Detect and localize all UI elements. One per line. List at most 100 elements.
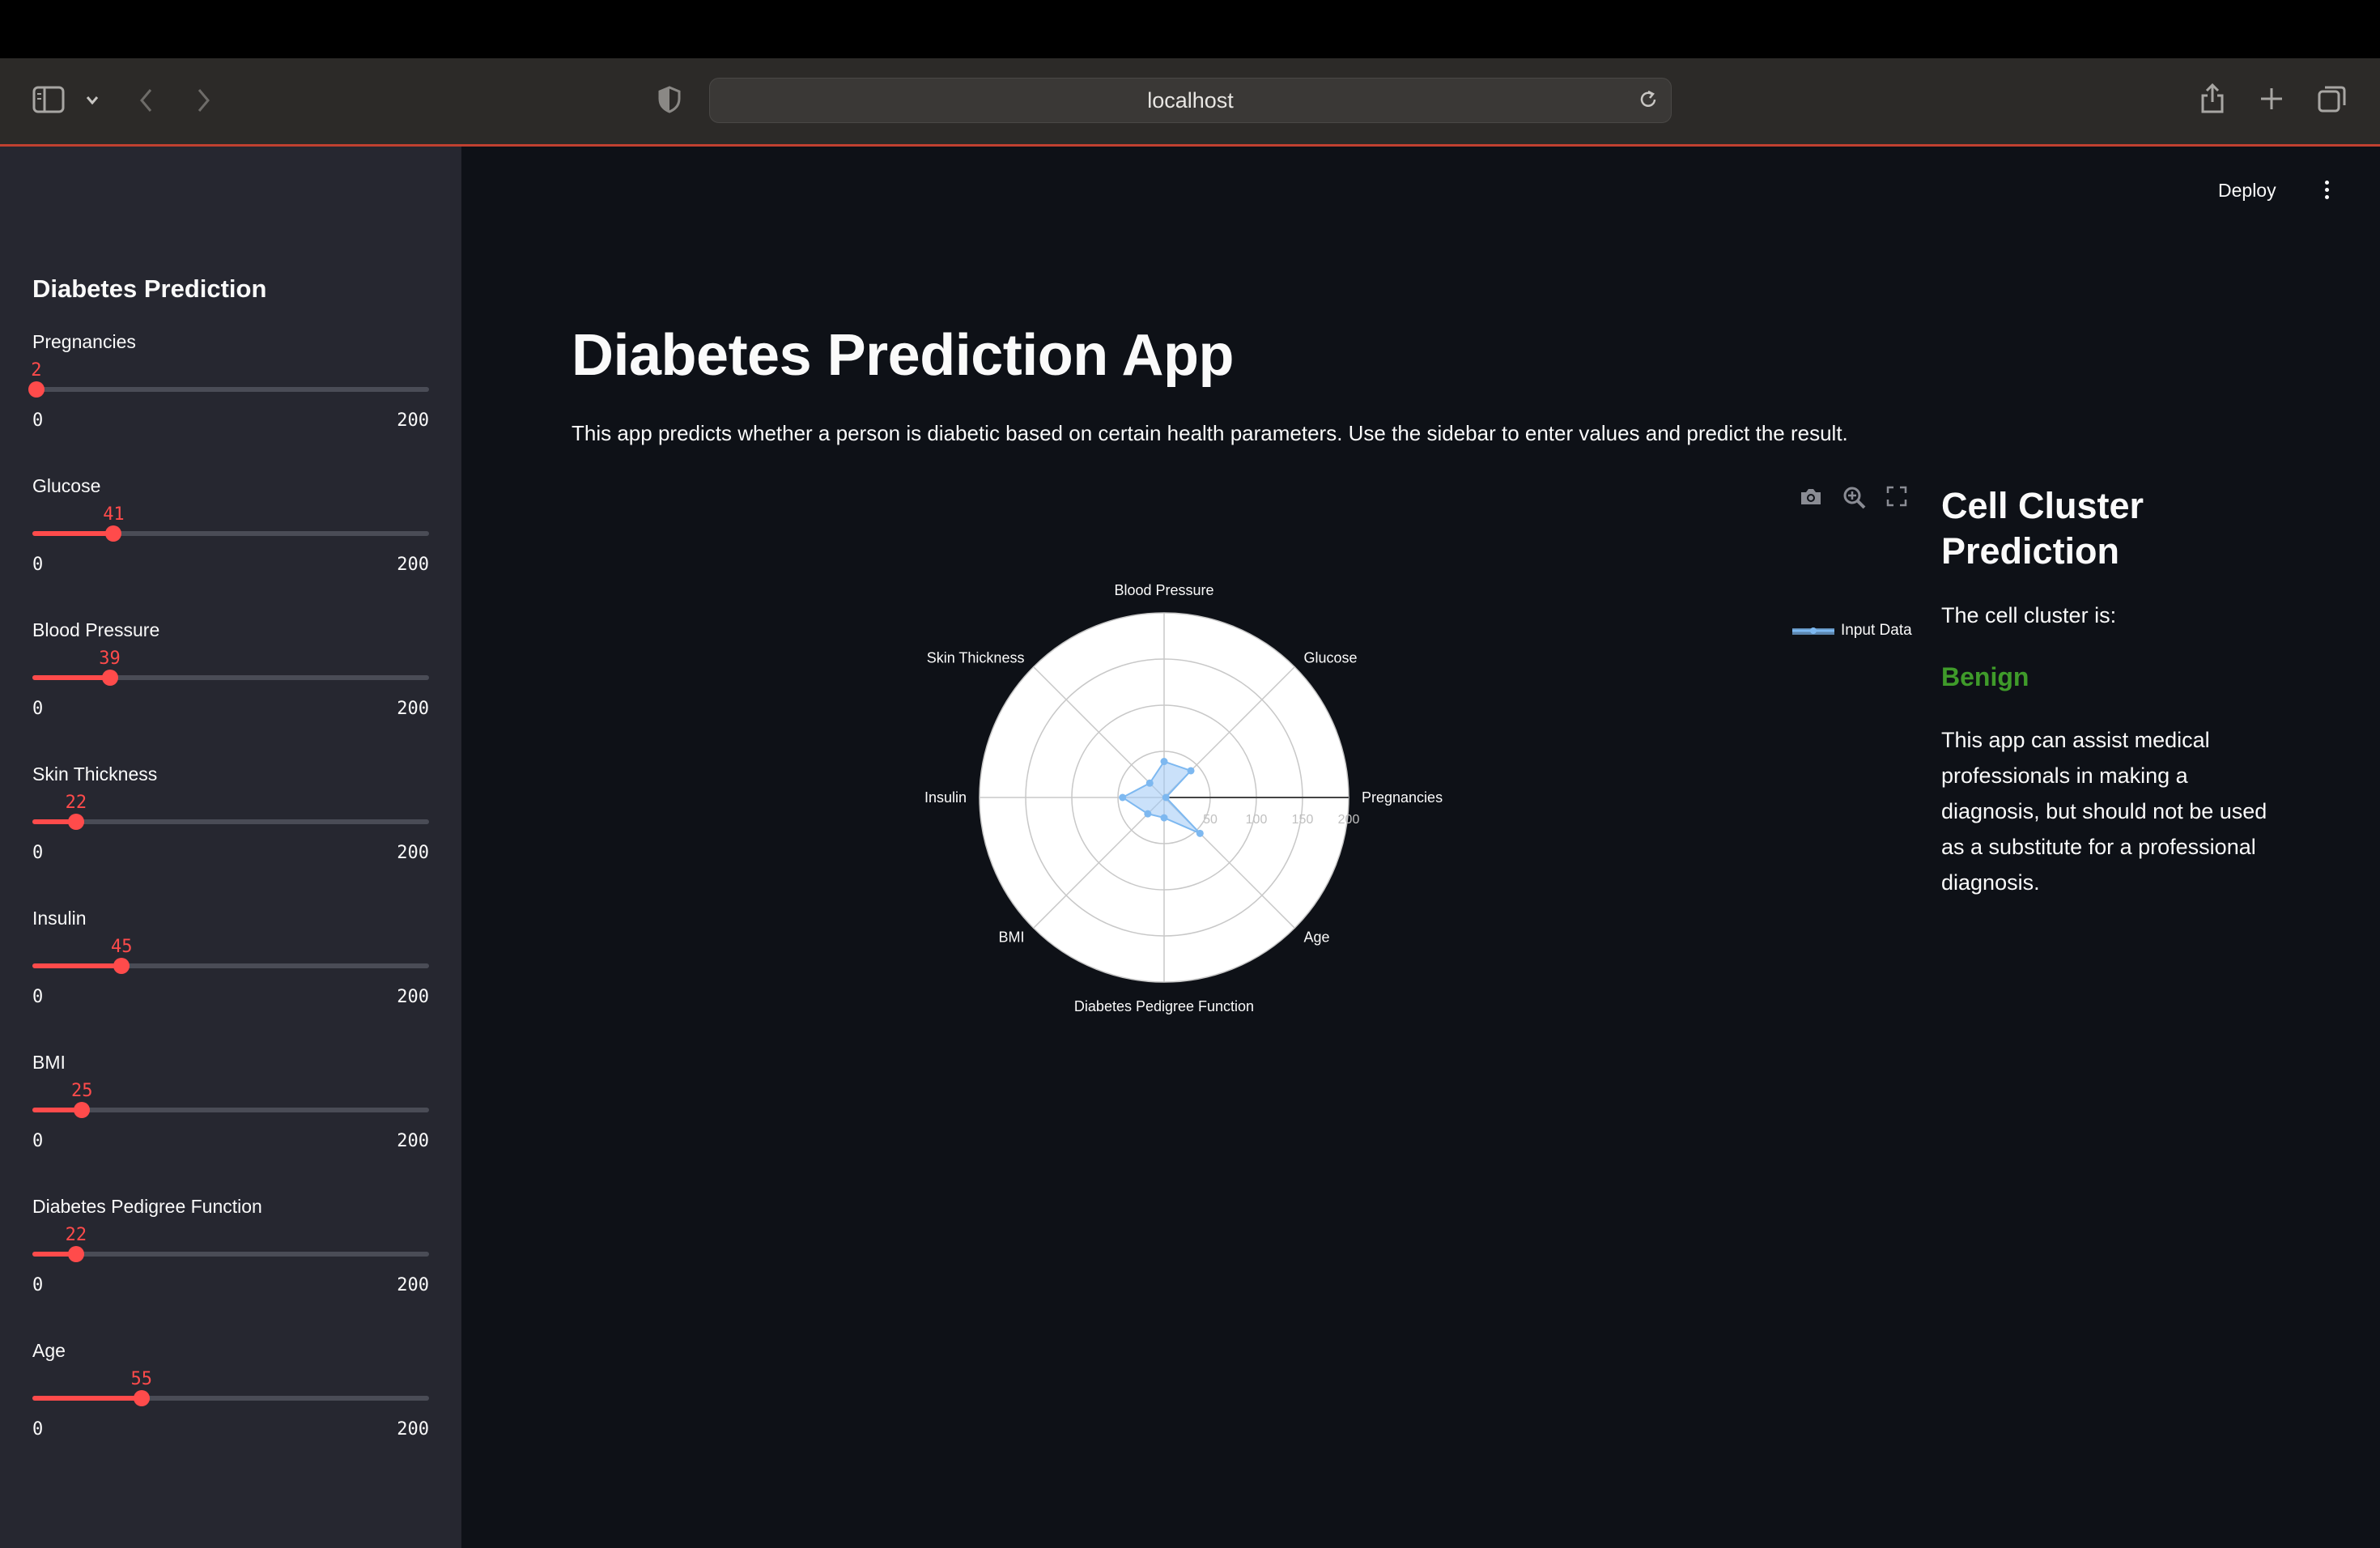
slider-diabetes-pedigree-function[interactable]: Diabetes Pedigree Function 22 0 200 xyxy=(32,1196,429,1325)
slider-insulin[interactable]: Insulin 45 0 200 xyxy=(32,908,429,1037)
slider-thumb[interactable] xyxy=(101,670,118,686)
slider-min: 0 xyxy=(32,699,44,719)
slider-glucose[interactable]: Glucose 41 0 200 xyxy=(32,475,429,605)
radar-point xyxy=(1160,814,1168,822)
privacy-shield-icon[interactable] xyxy=(657,86,682,113)
slider-bmi[interactable]: BMI 25 0 200 xyxy=(32,1052,429,1181)
main-menu-icon[interactable] xyxy=(2317,178,2336,204)
address-bar[interactable]: localhost xyxy=(709,78,1672,123)
radar-point xyxy=(1144,810,1152,818)
result-note: This app can assist medical professional… xyxy=(1941,728,2267,895)
axis-category-label: Insulin xyxy=(924,789,967,806)
deploy-button[interactable]: Deploy xyxy=(2218,180,2276,202)
slider-max: 200 xyxy=(397,699,429,719)
slider-thumb[interactable] xyxy=(74,1102,91,1118)
axis-category-label: Blood Pressure xyxy=(1114,582,1213,598)
slider-track[interactable] xyxy=(32,1108,429,1112)
slider-value: 22 xyxy=(65,793,87,813)
result-title: Cell Cluster Prediction xyxy=(1941,485,2144,572)
radar-point xyxy=(1196,829,1204,837)
slider-max: 200 xyxy=(397,1419,429,1440)
axis-category-label: Pregnancies xyxy=(1362,789,1443,806)
back-icon[interactable] xyxy=(138,87,155,113)
slider-label: Diabetes Pedigree Function xyxy=(32,1196,262,1217)
page-title: Diabetes Prediction App xyxy=(572,323,1234,388)
slider-track-fill xyxy=(32,963,122,968)
share-icon[interactable] xyxy=(2199,81,2226,115)
camera-icon[interactable] xyxy=(1799,486,1823,511)
radar-point xyxy=(1160,758,1168,766)
slider-min: 0 xyxy=(32,1419,44,1440)
result-subtitle: The cell cluster is: xyxy=(1941,603,2117,627)
chart-legend[interactable]: Input Data xyxy=(1792,622,1912,640)
reload-icon[interactable] xyxy=(1637,88,1660,117)
slider-pregnancies[interactable]: Pregnancies 2 0 200 xyxy=(28,331,429,461)
new-tab-icon[interactable] xyxy=(2259,86,2284,112)
legend-label: Input Data xyxy=(1841,622,1912,639)
slider-blood-pressure[interactable]: Blood Pressure 39 0 200 xyxy=(32,619,429,749)
tab-overview-icon[interactable] xyxy=(2317,84,2348,115)
slider-value: 2 xyxy=(31,360,42,381)
slider-value: 39 xyxy=(99,649,121,669)
radial-tick-label: 200 xyxy=(1338,813,1360,827)
slider-track[interactable] xyxy=(32,675,429,680)
slider-track-fill xyxy=(32,531,114,536)
radial-tick-label: 150 xyxy=(1292,813,1314,827)
slider-min: 0 xyxy=(32,987,44,1007)
slider-thumb[interactable] xyxy=(28,381,45,398)
slider-track[interactable] xyxy=(32,819,429,824)
slider-label: Age xyxy=(32,1340,66,1361)
slider-label: Pregnancies xyxy=(32,331,136,352)
axis-category-label: BMI xyxy=(998,929,1024,946)
slider-max: 200 xyxy=(397,1275,429,1295)
fullscreen-icon[interactable] xyxy=(1886,486,1907,511)
slider-track-fill xyxy=(32,675,110,680)
slider-min: 0 xyxy=(32,1131,44,1151)
slider-thumb[interactable] xyxy=(105,525,122,542)
result-value: Benign xyxy=(1941,662,2029,691)
slider-max: 200 xyxy=(397,843,429,863)
axis-category-label: Age xyxy=(1304,929,1330,946)
radar-point xyxy=(1119,793,1127,802)
slider-value: 45 xyxy=(111,937,133,957)
slider-thumb[interactable] xyxy=(113,958,130,974)
slider-value: 55 xyxy=(130,1369,153,1389)
slider-track[interactable] xyxy=(32,531,429,536)
url-text: localhost xyxy=(1147,87,1234,113)
axis-category-label: Skin Thickness xyxy=(927,649,1025,666)
radar-point xyxy=(1162,793,1170,802)
radar-point xyxy=(1187,767,1195,775)
slider-label: Glucose xyxy=(32,475,101,496)
slider-value: 25 xyxy=(71,1081,93,1101)
slider-label: BMI xyxy=(32,1052,66,1073)
slider-track[interactable] xyxy=(32,387,429,392)
slider-track[interactable] xyxy=(32,963,429,968)
slider-max: 200 xyxy=(397,1131,429,1151)
sidebar-title: Diabetes Prediction xyxy=(32,274,267,303)
forward-icon[interactable] xyxy=(194,87,212,113)
sidebar-toggle-icon[interactable] xyxy=(32,86,65,113)
slider-value: 22 xyxy=(65,1225,87,1245)
slider-label: Skin Thickness xyxy=(32,763,158,785)
radial-tick-label: 100 xyxy=(1246,813,1268,827)
slider-thumb[interactable] xyxy=(67,1246,84,1262)
slider-thumb[interactable] xyxy=(133,1390,150,1406)
axis-category-label: Diabetes Pedigree Function xyxy=(1074,998,1254,1014)
zoom-icon[interactable] xyxy=(1842,486,1867,514)
chevron-down-icon[interactable] xyxy=(84,94,100,107)
radial-tick-label: 50 xyxy=(1203,813,1218,827)
sidebar: Diabetes Prediction Pregnancies 2 0 200 Gluc… xyxy=(0,147,461,1548)
slider-track[interactable] xyxy=(32,1396,429,1401)
radar-chart[interactable]: 50 100 150 200Pregnancies Glucose Blood Press… xyxy=(890,567,1457,1020)
legend-swatch xyxy=(1792,627,1834,635)
slider-skin-thickness[interactable]: Skin Thickness 22 0 200 xyxy=(32,763,429,893)
slider-min: 0 xyxy=(32,555,44,575)
axis-category-label: Glucose xyxy=(1304,649,1358,666)
slider-label: Blood Pressure xyxy=(32,619,160,640)
slider-value: 41 xyxy=(103,504,125,525)
slider-thumb[interactable] xyxy=(67,814,84,830)
slider-max: 200 xyxy=(397,555,429,575)
slider-age[interactable]: Age 55 0 200 xyxy=(32,1340,429,1469)
slider-track[interactable] xyxy=(32,1252,429,1257)
page-description: This app predicts whether a person is di… xyxy=(572,421,1848,445)
